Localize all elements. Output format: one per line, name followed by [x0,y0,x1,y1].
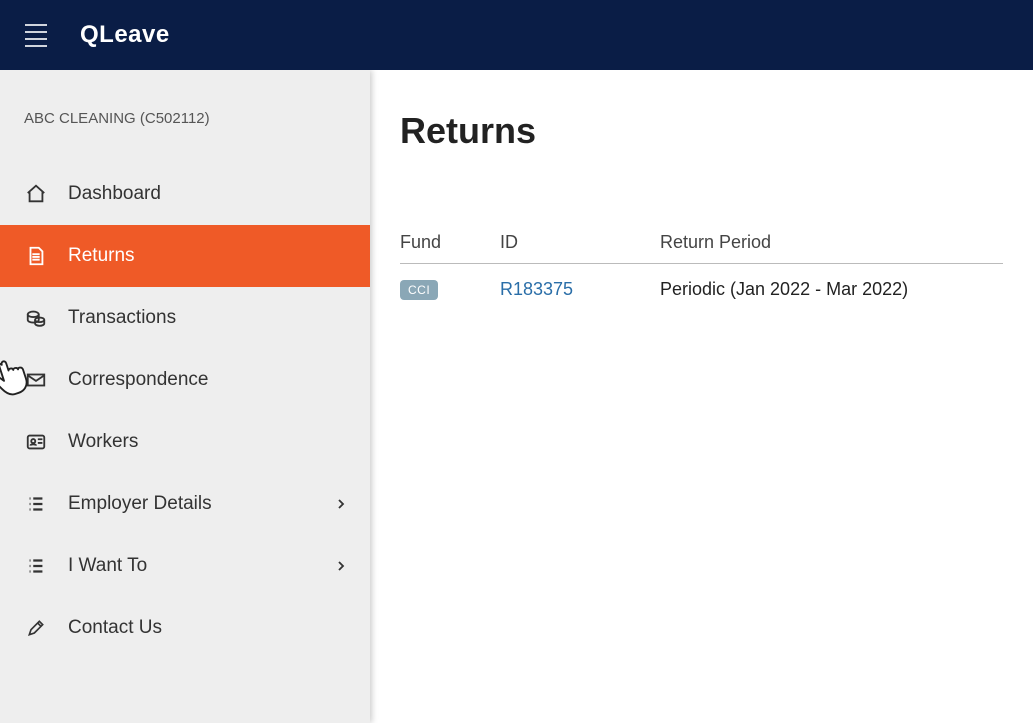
return-period: Periodic (Jan 2022 - Mar 2022) [660,264,1003,315]
chevron-right-icon [336,561,346,571]
table-row: CCI R183375 Periodic (Jan 2022 - Mar 202… [400,264,1003,315]
sidebar-item-workers[interactable]: Workers [0,411,370,473]
page-title: Returns [400,110,1003,152]
sidebar-item-dashboard[interactable]: Dashboard [0,163,370,225]
column-header-fund: Fund [400,222,500,264]
sidebar-item-i-want-to[interactable]: I Want To [0,535,370,597]
sidebar-item-label: Correspondence [68,369,346,391]
list-icon [24,554,48,578]
sidebar-nav: Dashboard Returns [0,163,370,659]
chevron-right-icon [336,499,346,509]
home-icon [24,182,48,206]
sidebar-item-transactions[interactable]: Transactions [0,287,370,349]
sidebar-item-label: Dashboard [68,183,346,205]
return-id-link[interactable]: R183375 [500,279,573,299]
main-content: Returns Fund ID Return Period CCI [370,70,1033,723]
app-title: QLeave [80,21,170,49]
column-header-id: ID [500,222,660,264]
sidebar-item-label: I Want To [68,555,316,577]
sidebar-item-label: Contact Us [68,617,346,639]
coins-icon [24,306,48,330]
hamburger-menu-icon[interactable] [16,15,56,55]
pencil-icon [24,616,48,640]
sidebar-item-label: Returns [68,245,346,267]
envelope-icon [24,368,48,392]
sidebar-item-label: Employer Details [68,493,316,515]
sidebar-item-label: Workers [68,431,346,453]
returns-table: Fund ID Return Period CCI R183375 Period… [400,222,1003,314]
sidebar-item-correspondence[interactable]: Correspondence [0,349,370,411]
sidebar-item-returns[interactable]: Returns [0,225,370,287]
sidebar-item-label: Transactions [68,307,346,329]
sidebar-item-contact-us[interactable]: Contact Us [0,597,370,659]
sidebar-item-employer-details[interactable]: Employer Details [0,473,370,535]
sidebar: ABC CLEANING (C502112) Dashboard [0,70,370,723]
organization-label: ABC CLEANING (C502112) [0,94,370,163]
column-header-period: Return Period [660,222,1003,264]
fund-badge: CCI [400,280,438,300]
id-card-icon [24,430,48,454]
list-icon [24,492,48,516]
calendar-document-icon [24,244,48,268]
top-bar: QLeave [0,0,1033,70]
